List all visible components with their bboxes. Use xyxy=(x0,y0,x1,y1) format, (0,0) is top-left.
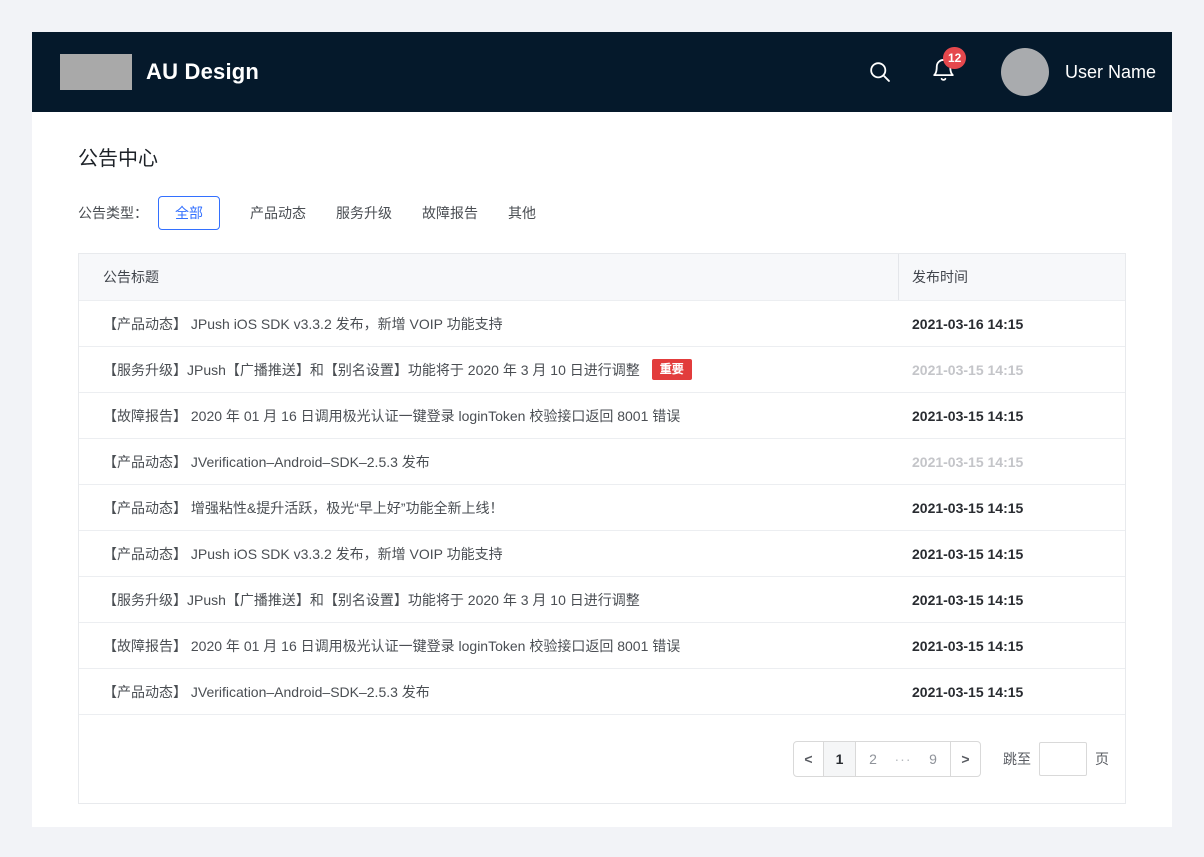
top-navbar: AU Design 12 User Name xyxy=(32,32,1172,112)
announcement-title: 【服务升级】JPush【广播推送】和【别名设置】功能将于 2020 年 3 月 … xyxy=(103,590,640,610)
announcement-title-cell: 【故障报告】 2020 年 01 月 16 日调用极光认证一键登录 loginT… xyxy=(79,393,899,438)
announcement-title-cell: 【服务升级】JPush【广播推送】和【别名设置】功能将于 2020 年 3 月 … xyxy=(79,577,899,622)
app-window: AU Design 12 User Name xyxy=(32,32,1172,827)
announcement-row[interactable]: 【故障报告】 2020 年 01 月 16 日调用极光认证一键登录 loginT… xyxy=(79,622,1125,668)
announcement-title-cell: 【故障报告】 2020 年 01 月 16 日调用极光认证一键登录 loginT… xyxy=(79,623,899,668)
pagination-middle-pages: 2 ··· 9 xyxy=(856,742,950,776)
publish-date: 2021-03-16 14:15 xyxy=(899,301,1125,346)
pagination-next-button[interactable]: > xyxy=(950,742,980,776)
announcement-title: 【产品动态】 JVerification–Android–SDK–2.5.3 发… xyxy=(103,452,430,472)
pager-group: < 1 2 ··· 9 > xyxy=(793,741,981,777)
filter-option-1[interactable]: 产品动态 xyxy=(250,203,306,223)
announcement-title-cell: 【产品动态】 JPush iOS SDK v3.3.2 发布，新增 VOIP 功… xyxy=(79,301,899,346)
page-unit-label: 页 xyxy=(1095,749,1109,769)
brand-name: AU Design xyxy=(146,59,259,85)
announcement-row[interactable]: 【产品动态】 JVerification–Android–SDK–2.5.3 发… xyxy=(79,668,1125,714)
filter-option-2[interactable]: 服务升级 xyxy=(336,203,392,223)
publish-date: 2021-03-15 14:15 xyxy=(899,485,1125,530)
logo-image xyxy=(60,54,132,90)
page-title: 公告中心 xyxy=(78,112,1126,171)
filter-label: 公告类型： xyxy=(78,203,148,223)
topbar-actions: 12 User Name xyxy=(867,48,1156,96)
announcement-title: 【产品动态】 JPush iOS SDK v3.3.2 发布，新增 VOIP 功… xyxy=(103,314,503,334)
announcement-title-cell: 【产品动态】 增强粘性&提升活跃，极光“早上好”功能全新上线！ xyxy=(79,485,899,530)
announcement-row[interactable]: 【故障报告】 2020 年 01 月 16 日调用极光认证一键登录 loginT… xyxy=(79,392,1125,438)
announcement-title-cell: 【产品动态】 JVerification–Android–SDK–2.5.3 发… xyxy=(79,439,899,484)
announcement-title-cell: 【服务升级】JPush【广播推送】和【别名设置】功能将于 2020 年 3 月 … xyxy=(79,347,899,392)
publish-date: 2021-03-15 14:15 xyxy=(899,439,1125,484)
announcement-row[interactable]: 【服务升级】JPush【广播推送】和【别名设置】功能将于 2020 年 3 月 … xyxy=(79,346,1125,392)
notifications-button[interactable]: 12 xyxy=(930,56,957,88)
user-avatar[interactable] xyxy=(1001,48,1049,96)
pagination-page-2[interactable]: 2 xyxy=(858,742,888,776)
announcement-title: 【故障报告】 2020 年 01 月 16 日调用极光认证一键登录 loginT… xyxy=(103,406,680,426)
pagination: < 1 2 ··· 9 > 跳至 页 xyxy=(79,714,1125,803)
publish-date: 2021-03-15 14:15 xyxy=(899,347,1125,392)
announcement-row[interactable]: 【产品动态】 JVerification–Android–SDK–2.5.3 发… xyxy=(79,438,1125,484)
announcement-row[interactable]: 【服务升级】JPush【广播推送】和【别名设置】功能将于 2020 年 3 月 … xyxy=(79,576,1125,622)
pagination-page-1[interactable]: 1 xyxy=(824,742,856,776)
announcement-center-page: 公告中心 公告类型： 全部 产品动态 服务升级 故障报告 其他 公告标题 发布时… xyxy=(32,112,1172,804)
important-badge: 重要 xyxy=(652,359,692,379)
pagination-page-9[interactable]: 9 xyxy=(918,742,948,776)
announcement-title: 【产品动态】 增强粘性&提升活跃，极光“早上好”功能全新上线！ xyxy=(103,498,504,518)
publish-date: 2021-03-15 14:15 xyxy=(899,669,1125,714)
notification-badge: 12 xyxy=(943,47,966,69)
pagination-prev-button[interactable]: < xyxy=(794,742,824,776)
announcement-row[interactable]: 【产品动态】 JPush iOS SDK v3.3.2 发布，新增 VOIP 功… xyxy=(79,530,1125,576)
announcement-row[interactable]: 【产品动态】 增强粘性&提升活跃，极光“早上好”功能全新上线！ 2021-03-… xyxy=(79,484,1125,530)
user-name[interactable]: User Name xyxy=(1065,62,1156,83)
publish-date: 2021-03-15 14:15 xyxy=(899,577,1125,622)
column-header-date: 发布时间 xyxy=(899,254,1125,300)
column-header-title: 公告标题 xyxy=(79,254,899,300)
announcement-table: 公告标题 发布时间 【产品动态】 JPush iOS SDK v3.3.2 发布… xyxy=(78,253,1126,804)
table-header-row: 公告标题 发布时间 xyxy=(79,254,1125,300)
publish-date: 2021-03-15 14:15 xyxy=(899,531,1125,576)
filter-option-0[interactable]: 全部 xyxy=(158,196,220,230)
table-body: 【产品动态】 JPush iOS SDK v3.3.2 发布，新增 VOIP 功… xyxy=(79,300,1125,714)
announcement-title: 【服务升级】JPush【广播推送】和【别名设置】功能将于 2020 年 3 月 … xyxy=(103,360,640,380)
filter-options: 全部 产品动态 服务升级 故障报告 其他 xyxy=(158,196,536,230)
announcement-title: 【产品动态】 JVerification–Android–SDK–2.5.3 发… xyxy=(103,682,430,702)
pagination-ellipsis[interactable]: ··· xyxy=(888,742,918,776)
announcement-title: 【产品动态】 JPush iOS SDK v3.3.2 发布，新增 VOIP 功… xyxy=(103,544,503,564)
logo[interactable]: AU Design xyxy=(60,54,259,90)
publish-date: 2021-03-15 14:15 xyxy=(899,623,1125,668)
filter-bar: 公告类型： 全部 产品动态 服务升级 故障报告 其他 xyxy=(78,197,1126,229)
announcement-row[interactable]: 【产品动态】 JPush iOS SDK v3.3.2 发布，新增 VOIP 功… xyxy=(79,300,1125,346)
jump-page-input[interactable] xyxy=(1039,742,1087,776)
announcement-title-cell: 【产品动态】 JPush iOS SDK v3.3.2 发布，新增 VOIP 功… xyxy=(79,531,899,576)
announcement-title: 【故障报告】 2020 年 01 月 16 日调用极光认证一键登录 loginT… xyxy=(103,636,680,656)
publish-date: 2021-03-15 14:15 xyxy=(899,393,1125,438)
jump-to-label: 跳至 xyxy=(1003,749,1031,769)
filter-option-3[interactable]: 故障报告 xyxy=(422,203,478,223)
search-icon[interactable] xyxy=(867,59,894,86)
filter-option-4[interactable]: 其他 xyxy=(508,203,536,223)
announcement-title-cell: 【产品动态】 JVerification–Android–SDK–2.5.3 发… xyxy=(79,669,899,714)
